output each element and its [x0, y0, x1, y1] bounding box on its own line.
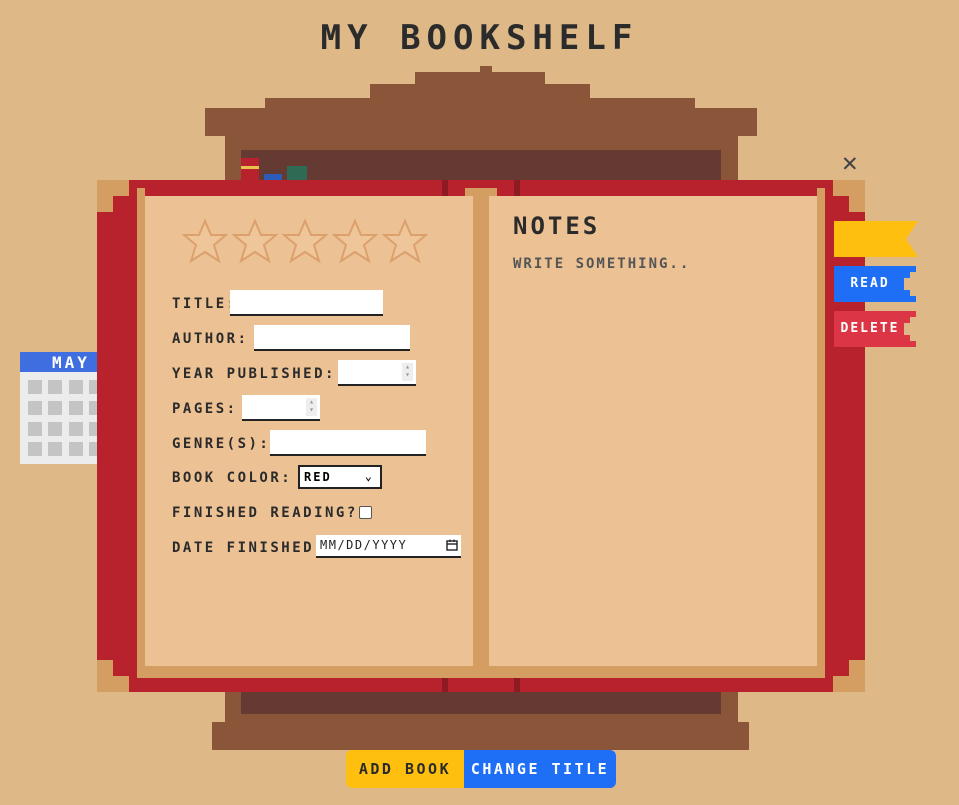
title-input[interactable]	[230, 290, 383, 316]
star-icon[interactable]	[332, 218, 378, 264]
calendar-icon[interactable]	[446, 539, 458, 551]
calendar-month: MAY	[20, 352, 100, 372]
book-spine	[473, 196, 489, 666]
chevron-down-icon: ⌄	[364, 469, 374, 483]
delete-label: DELETE	[840, 321, 900, 336]
close-icon[interactable]: ✕	[842, 150, 858, 176]
read-tab[interactable]: READ	[834, 266, 916, 302]
book-color-select[interactable]: RED ⌄	[298, 465, 382, 489]
calendar-widget: MAY	[20, 352, 103, 464]
pages-input[interactable]: ▴ ▾	[242, 395, 320, 421]
title-label: TITLE:	[172, 296, 238, 312]
author-input[interactable]	[254, 325, 410, 351]
change-title-button[interactable]: CHANGE TITLE	[464, 750, 616, 788]
genres-input[interactable]	[270, 430, 426, 456]
finished-label: FINISHED READING?	[172, 505, 358, 521]
finished-checkbox[interactable]	[359, 506, 372, 519]
bookmark-label	[834, 221, 906, 257]
genres-label: GENRE(S):	[172, 436, 271, 452]
year-label: YEAR PUBLISHED:	[172, 366, 336, 382]
spinner-icon[interactable]: ▴ ▾	[402, 363, 413, 381]
star-icon[interactable]	[382, 218, 428, 264]
pages-label: PAGES:	[172, 401, 238, 417]
add-book-button[interactable]: ADD BOOK	[346, 750, 464, 788]
author-label: AUTHOR:	[172, 331, 249, 347]
star-icon[interactable]	[182, 218, 228, 264]
book-color-label: BOOK COLOR:	[172, 470, 293, 486]
star-icon[interactable]	[232, 218, 278, 264]
read-label: READ	[850, 276, 890, 291]
date-placeholder: MM/DD/YYYY	[320, 538, 408, 552]
star-icon[interactable]	[282, 218, 328, 264]
delete-tab[interactable]: DELETE	[834, 311, 916, 347]
year-input[interactable]: ▴ ▾	[338, 360, 416, 386]
date-finished-label: DATE FINISHED:	[172, 540, 326, 556]
spinner-icon[interactable]: ▴ ▾	[306, 398, 317, 416]
page-title: MY BOOKSHELF	[320, 18, 639, 58]
date-finished-input[interactable]: MM/DD/YYYY	[316, 535, 461, 558]
book-color-value: RED	[304, 470, 332, 484]
notes-title: NOTES	[513, 212, 601, 240]
notes-textarea[interactable]: WRITE SOMETHING..	[513, 256, 690, 272]
bookmark-flag[interactable]	[834, 221, 918, 257]
